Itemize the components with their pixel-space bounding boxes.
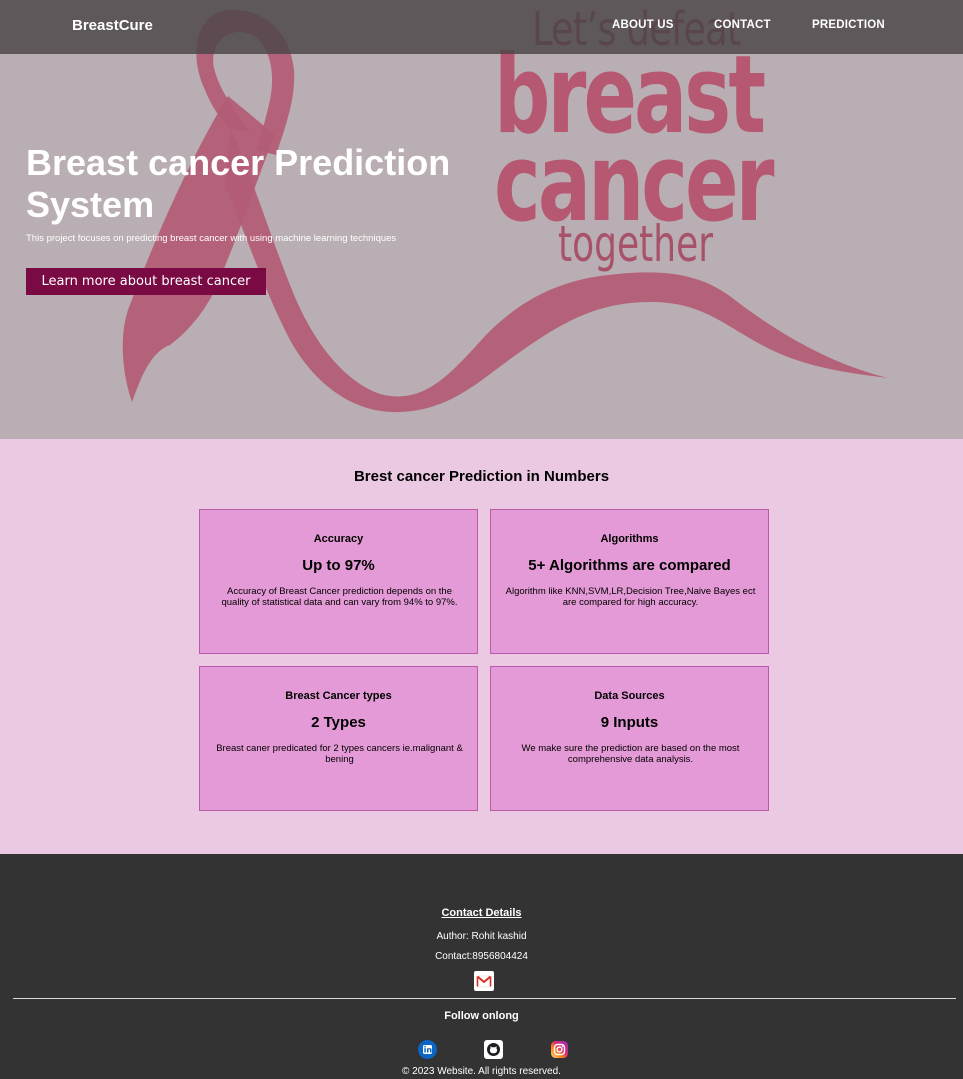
card-description: Breast caner predicated for 2 types canc… [216, 743, 463, 765]
card-description: We make sure the prediction are based on… [521, 743, 740, 765]
instagram-icon[interactable] [550, 1040, 569, 1059]
copyright-text: © 2023 Website. All rights reserved. [402, 1066, 561, 1077]
nav-link-about-us[interactable]: ABOUT US [612, 19, 674, 31]
card-value: 5+ Algorithms are compared [528, 557, 731, 574]
stat-card-cancer-types: Breast Cancer types 2 Types Breast caner… [199, 666, 478, 811]
linkedin-icon[interactable] [418, 1040, 437, 1059]
card-description: Accuracy of Breast Cancer prediction dep… [221, 586, 458, 608]
page-footer: Contact Details Author: Rohit kashid Con… [0, 854, 963, 1079]
card-label: Accuracy [313, 533, 364, 545]
card-value: 2 Types [311, 714, 366, 731]
hero-subtitle: This project focuses on predicting breas… [26, 233, 397, 244]
numbers-title: Brest cancer Prediction in Numbers [353, 468, 610, 485]
gmail-icon[interactable] [474, 971, 494, 991]
github-icon[interactable] [484, 1040, 503, 1059]
follow-title: Follow onlong [444, 1010, 519, 1022]
stat-card-algorithms: Algorithms 5+ Algorithms are compared Al… [490, 509, 769, 654]
card-label: Algorithms [600, 533, 659, 545]
card-description: Algorithm like KNN,SVM,LR,Decision Tree,… [505, 586, 756, 608]
hero-section: Let’s defeat breast cancer together Brea… [0, 0, 963, 439]
author-text: Author: Rohit kashid [436, 931, 527, 942]
top-navbar: BreastCure ABOUT US CONTACT PREDICTION [0, 0, 963, 54]
learn-more-button[interactable]: Learn more about breast cancer [26, 268, 266, 295]
card-value: Up to 97% [302, 557, 375, 574]
footer-divider [13, 998, 956, 999]
hero-title: Breast cancer Prediction System [26, 142, 451, 225]
brand-logo[interactable]: BreastCure [72, 17, 153, 34]
card-label: Breast Cancer types [285, 690, 392, 702]
nav-link-prediction[interactable]: PREDICTION [812, 19, 885, 31]
nav-link-contact[interactable]: CONTACT [714, 19, 771, 31]
card-label: Data Sources [594, 690, 665, 702]
contact-details-title[interactable]: Contact Details [0, 907, 963, 919]
card-value: 9 Inputs [600, 714, 659, 731]
stat-card-accuracy: Accuracy Up to 97% Accuracy of Breast Ca… [199, 509, 478, 654]
numbers-section: Brest cancer Prediction in Numbers Accur… [0, 439, 963, 854]
stat-card-data-sources: Data Sources 9 Inputs We make sure the p… [490, 666, 769, 811]
contact-phone-text: Contact:8956804424 [435, 951, 528, 962]
